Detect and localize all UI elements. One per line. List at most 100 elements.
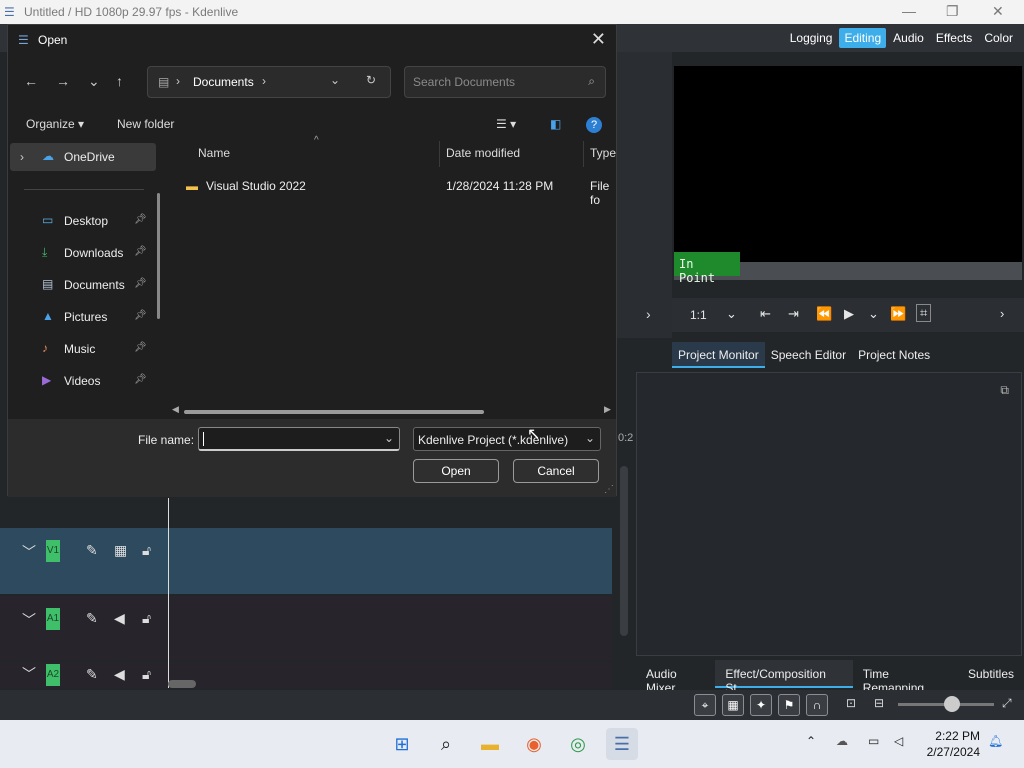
nav-pane-scrollbar[interactable] xyxy=(157,193,160,319)
show-hidden-icons-chevron-icon[interactable]: ⌃ xyxy=(806,734,816,748)
effects-wand-icon[interactable]: ✎ xyxy=(86,542,98,559)
tab-project-notes[interactable]: Project Notes xyxy=(852,342,936,368)
tab-effect-composition-stack[interactable]: Effect/Composition St... xyxy=(715,660,853,695)
lock-icon[interactable]: 🔓︎ xyxy=(142,610,151,627)
firefox-icon[interactable]: ◉ xyxy=(518,728,550,760)
effects-wand-icon[interactable]: ✎ xyxy=(86,666,98,683)
layout-tab-color[interactable]: Color xyxy=(979,28,1018,48)
nav-item-desktop[interactable]: ▭ Desktop 📌︎ xyxy=(10,207,156,235)
scroll-right-icon[interactable]: ▶ xyxy=(604,404,611,415)
file-list-hscroll[interactable] xyxy=(184,410,484,414)
tag-icon[interactable]: ⌖ xyxy=(694,694,716,716)
column-name[interactable]: Name xyxy=(198,146,230,160)
column-date-modified[interactable]: Date modified xyxy=(446,146,520,160)
nav-item-videos[interactable]: ▶ Videos 📌︎ xyxy=(10,367,156,395)
tab-project-monitor[interactable]: Project Monitor xyxy=(672,342,765,368)
rewind-icon[interactable]: ⏪ xyxy=(816,306,832,322)
volume-muted-icon[interactable]: ◁ xyxy=(894,734,903,748)
organize-button[interactable]: Organize ▾ xyxy=(26,117,84,131)
recent-chevron-icon[interactable]: ⌄ xyxy=(88,73,100,90)
collapse-chevron-icon[interactable]: ﹀ xyxy=(22,542,36,562)
nav-item-music[interactable]: ♪ Music 📌︎ xyxy=(10,335,156,363)
playhead[interactable] xyxy=(168,498,169,688)
layout-tab-logging[interactable]: Logging xyxy=(785,28,838,48)
back-icon[interactable]: ← xyxy=(24,73,38,89)
preview-pane-icon[interactable]: ◧ xyxy=(550,117,561,131)
chrome-icon[interactable]: ◎ xyxy=(562,728,594,760)
close-icon[interactable]: ✕ xyxy=(591,29,606,50)
column-type[interactable]: Type xyxy=(590,146,616,160)
onedrive-status-icon[interactable]: ☁ xyxy=(836,734,848,748)
speaker-icon[interactable]: ◀︎ xyxy=(114,666,125,683)
vertical-scrollbar[interactable] xyxy=(620,466,628,636)
tab-audio-mixer[interactable]: Audio Mixer xyxy=(636,660,715,695)
crop-icon[interactable]: ⌗ xyxy=(916,304,932,322)
nav-item-documents[interactable]: ▤ Documents 📌︎ xyxy=(10,271,156,299)
refresh-icon[interactable]: ↻ xyxy=(366,73,376,87)
pin-icon[interactable]: 📌︎ xyxy=(134,342,147,353)
timeline-hscroll[interactable] xyxy=(168,680,196,688)
address-dropdown-icon[interactable]: ⌄ xyxy=(330,73,340,87)
play-icon[interactable]: ▶ xyxy=(844,306,854,322)
file-row[interactable]: ▬ Visual Studio 2022 1/28/2024 11:28 PM … xyxy=(184,177,616,207)
play-options-chevron-icon[interactable]: ⌄ xyxy=(868,306,879,322)
pin-icon[interactable]: 📌︎ xyxy=(134,214,147,225)
close-window-button[interactable]: ✕ xyxy=(992,3,1004,20)
cancel-button[interactable]: Cancel xyxy=(513,459,599,483)
breadcrumb[interactable]: ▤ › Documents › ⌄ ↻ xyxy=(147,66,391,98)
view-list-icon[interactable]: ☰ ▾ xyxy=(496,117,516,131)
breadcrumb-chevron-icon[interactable]: › xyxy=(262,74,266,88)
tab-time-remapping[interactable]: Time Remapping xyxy=(853,660,958,695)
search-icon[interactable]: ⌕ xyxy=(430,728,462,760)
flag-icon[interactable]: ⚑ xyxy=(778,694,800,716)
chevron-down-icon[interactable]: ⌄ xyxy=(585,431,595,445)
lock-icon[interactable]: 🔓︎ xyxy=(142,542,151,559)
column-separator[interactable] xyxy=(583,141,584,167)
open-button[interactable]: Open xyxy=(413,459,499,483)
set-out-point-icon[interactable]: ⇥ xyxy=(788,306,799,322)
scroll-left-icon[interactable]: ◀ xyxy=(172,404,179,415)
search-input[interactable]: Search Documents ⌕ xyxy=(404,66,606,98)
notifications-bell-icon[interactable]: 🔔︎ xyxy=(988,734,1003,748)
pin-icon[interactable]: 📌︎ xyxy=(134,310,147,321)
set-in-point-icon[interactable]: ⇤ xyxy=(760,306,771,322)
pin-icon[interactable]: 📌︎ xyxy=(134,278,147,289)
nav-item-onedrive[interactable]: › ☁ OneDrive xyxy=(10,143,156,171)
nav-item-pictures[interactable]: ▲ Pictures 📌︎ xyxy=(10,303,156,331)
zoom-slider-handle[interactable] xyxy=(944,696,960,712)
file-type-filter[interactable]: Kdenlive Project (*.kdenlive) ⌄ xyxy=(413,427,601,451)
speaker-icon[interactable]: ◀︎ xyxy=(114,610,125,627)
minimize-button[interactable]: — xyxy=(902,3,916,19)
maximize-button[interactable]: ❐ xyxy=(946,3,959,20)
chevron-down-icon[interactable]: ⌄ xyxy=(384,431,394,445)
lock-icon[interactable]: 🔓︎ xyxy=(142,666,151,683)
layout-tab-editing[interactable]: Editing xyxy=(839,28,887,48)
track-a2[interactable]: ﹀ A2 ✎ ◀︎ 🔓︎ xyxy=(0,662,612,688)
expand-chevron-icon[interactable]: › xyxy=(20,150,24,164)
film-strip-icon[interactable]: ▦ xyxy=(722,694,744,716)
file-name-field[interactable]: ⌄ xyxy=(198,427,400,451)
track-a1[interactable]: ﹀ A1 ✎ ◀︎ 🔓︎ xyxy=(0,596,612,660)
pin-icon[interactable]: 📌︎ xyxy=(134,246,147,257)
system-clock[interactable]: 2:22 PM 2/27/2024 xyxy=(927,728,980,760)
collapse-chevron-icon[interactable]: ﹀ xyxy=(22,610,36,630)
resize-grip-icon[interactable]: ⋰ xyxy=(604,484,614,495)
split-icon[interactable]: ✦ xyxy=(750,694,772,716)
file-explorer-icon[interactable]: ▬ xyxy=(474,728,506,760)
magnet-icon[interactable]: ∩ xyxy=(806,694,828,716)
forward-icon[interactable]: ⏩ xyxy=(890,306,906,322)
up-icon[interactable]: ↑ xyxy=(116,73,123,89)
more-chevron-icon[interactable]: › xyxy=(1000,306,1004,321)
fullscreen-icon[interactable]: ⤢ xyxy=(1002,696,1012,711)
collapse-chevron-icon[interactable]: ﹀ xyxy=(22,664,36,684)
new-folder-button[interactable]: New folder xyxy=(117,117,174,131)
column-separator[interactable] xyxy=(439,141,440,167)
track-v1[interactable]: ﹀ V1 ✎ ▦ 🔓︎ xyxy=(0,528,612,594)
zoom-out-icon[interactable]: ⊟ xyxy=(874,696,884,710)
nav-item-downloads[interactable]: ⤓ Downloads 📌︎ xyxy=(10,239,156,267)
tab-subtitles[interactable]: Subtitles xyxy=(958,660,1024,688)
chevron-down-icon[interactable]: ⌄ xyxy=(726,306,737,322)
zoom-select[interactable]: 1:1 xyxy=(690,308,707,322)
film-icon[interactable]: ▦ xyxy=(114,542,127,559)
windows-start-icon[interactable]: ⊞ xyxy=(386,728,418,760)
